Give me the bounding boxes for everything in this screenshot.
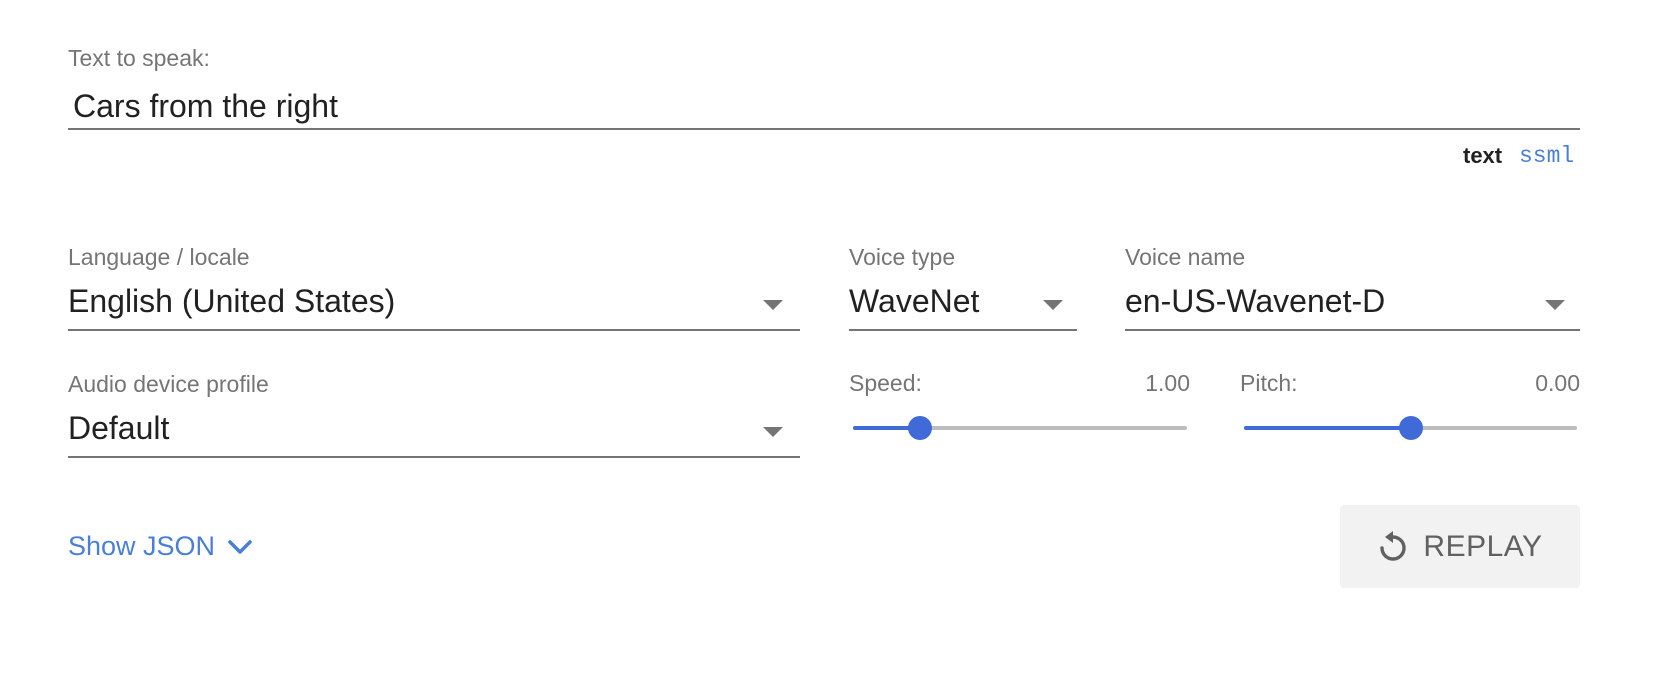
voice-type-underline (849, 329, 1077, 331)
audio-profile-label: Audio device profile (68, 371, 269, 397)
voice-name-label: Voice name (1125, 244, 1246, 270)
pitch-slider[interactable] (1244, 416, 1577, 440)
text-to-speak-value: Cars from the right (73, 88, 338, 124)
mode-ssml-toggle[interactable]: ssml (1519, 145, 1574, 168)
mode-text-toggle[interactable]: text (1463, 145, 1502, 167)
language-value: English (United States) (68, 283, 396, 319)
replay-button[interactable]: REPLAY (1340, 505, 1580, 588)
voice-name-select[interactable]: en-US-Wavenet-D (1125, 280, 1580, 332)
speed-value: 1.00 (1145, 370, 1190, 396)
audio-profile-value: Default (68, 410, 170, 446)
voice-type-label: Voice type (849, 244, 956, 270)
text-to-speak-input[interactable]: Cars from the right (68, 82, 1580, 130)
language-select[interactable]: English (United States) (68, 280, 800, 332)
voice-name-underline (1125, 329, 1580, 331)
voice-type-select[interactable]: WaveNet (849, 280, 1077, 332)
pitch-value: 0.00 (1535, 370, 1580, 396)
speed-label: Speed: (849, 370, 922, 396)
audio-profile-select[interactable]: Default (68, 407, 800, 459)
pitch-slider-thumb[interactable] (1398, 416, 1423, 440)
text-to-speak-label: Text to speak: (68, 45, 210, 71)
voice-name-value: en-US-Wavenet-D (1125, 283, 1386, 319)
replay-icon (1380, 530, 1407, 561)
pitch-slider-fill (1244, 426, 1411, 430)
language-label: Language / locale (68, 244, 250, 270)
show-json-label: Show JSON (68, 531, 216, 561)
audio-profile-dropdown-caret-icon (763, 427, 783, 437)
chevron-down-icon (228, 539, 252, 554)
voice-type-dropdown-caret-icon (1043, 300, 1063, 310)
text-to-speak-underline (68, 128, 1580, 130)
language-underline (68, 329, 800, 331)
speed-slider[interactable] (853, 416, 1187, 440)
tts-demo-panel: Text to speak: Cars from the right text … (0, 0, 1666, 700)
language-dropdown-caret-icon (763, 300, 783, 310)
voice-name-dropdown-caret-icon (1545, 300, 1565, 310)
replay-label: REPLAY (1423, 529, 1543, 563)
voice-type-value: WaveNet (849, 283, 980, 319)
show-json-link[interactable]: Show JSON (68, 533, 253, 560)
pitch-label: Pitch: (1240, 370, 1298, 396)
speed-slider-thumb[interactable] (907, 416, 932, 440)
audio-profile-underline (68, 456, 800, 458)
